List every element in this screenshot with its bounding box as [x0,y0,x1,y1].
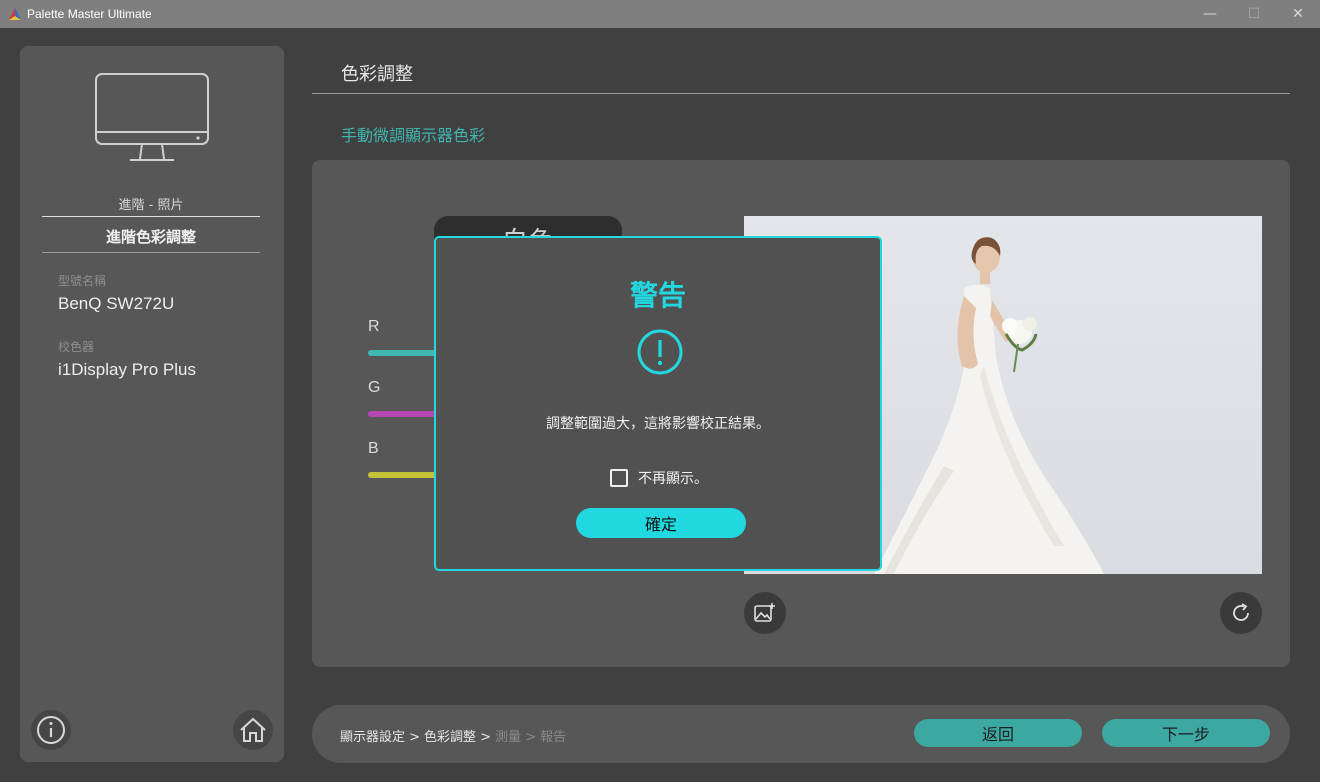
calibrator-label: 校色器 [58,340,95,354]
title-bar: Palette Master Ultimate — ☐ ✕ [0,0,1320,28]
dialog-title: 警告 [629,279,686,312]
sidebar: 進階 - 照片 進階色彩調整 型號名稱 BenQ SW272U 校色器 i1Di… [20,46,284,762]
dont-show-again-row[interactable]: 不再顯示。 [610,468,708,488]
model-label: 型號名稱 [58,274,107,288]
minimize-button[interactable]: — [1188,0,1232,28]
next-button[interactable]: 下一步 [1102,719,1270,747]
warning-icon [637,329,683,375]
reset-button[interactable] [1220,592,1262,634]
breadcrumb-report: 報告 [540,730,567,745]
back-button[interactable]: 返回 [914,719,1082,747]
divider [42,252,260,253]
page-title: 色彩調整 [341,64,413,85]
breadcrumb-color-adjust: 色彩調整 > [424,730,492,745]
dialog-message: 調整範圍過大，這將影響校正結果。 [546,416,770,432]
refresh-icon [1233,603,1249,621]
dont-show-again-checkbox[interactable] [610,469,628,487]
profile-title: 進階色彩調整 [105,228,196,246]
channel-r-label: R [368,318,380,335]
model-value: BenQ SW272U [58,294,175,313]
window-controls: — ☐ ✕ [1188,0,1320,28]
channel-b-label: B [368,440,379,457]
app-logo-icon [9,8,21,20]
breadcrumb-display-settings: 顯示器設定 > [340,730,421,745]
home-icon [240,717,266,742]
breadcrumb: 顯示器設定 > 色彩調整 > 測量 > 報告 [340,726,566,745]
channel-g-label: G [368,379,381,396]
warning-dialog: 警告 調整範圍過大，這將影響校正結果。 不再顯示。 確定 [434,236,882,571]
ok-button[interactable]: 確定 [576,508,746,538]
title-divider [312,93,1290,94]
breadcrumb-measure: 測量 > [495,730,537,745]
dont-show-again-label: 不再顯示。 [638,471,708,487]
section-title: 手動微調顯示器色彩 [341,126,486,145]
app-title: Palette Master Ultimate [27,7,152,21]
add-image-button[interactable] [744,592,786,634]
add-image-icon [754,603,775,622]
close-button[interactable]: ✕ [1276,0,1320,28]
calibrator-value: i1Display Pro Plus [58,360,196,379]
bottom-bar: 顯示器設定 > 色彩調整 > 測量 > 報告 返回 下一步 [312,705,1290,763]
maximize-button[interactable]: ☐ [1232,0,1276,28]
divider [42,216,260,217]
profile-subtitle: 進階 - 照片 [118,198,184,213]
monitor-icon [95,73,209,161]
info-icon [37,716,65,744]
home-button[interactable] [233,710,273,750]
info-button[interactable] [31,710,71,750]
